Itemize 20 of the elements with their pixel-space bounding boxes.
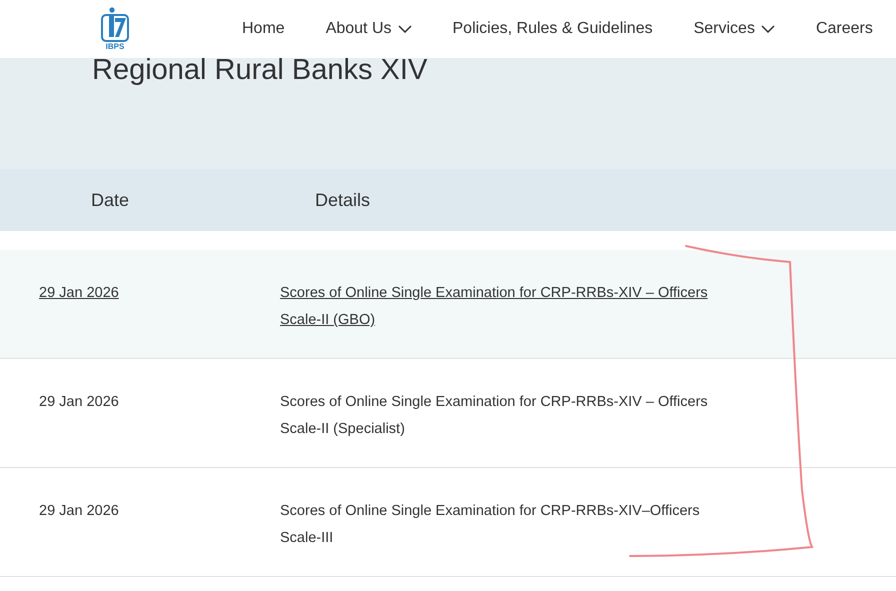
logo-text: IBPS [106, 43, 124, 51]
details-link[interactable]: Scores of Online Single Examination for CRP-RRBs-XIV – Officers Scale-II (GBO) [280, 280, 720, 334]
column-header: Date [91, 188, 130, 212]
nav-link[interactable]: Policies, Rules & Guidelines [452, 17, 653, 41]
nav-link[interactable]: Services [694, 17, 775, 41]
details-link[interactable]: Scores of Online Single Examination for CRP-RRBs-XIV–Officers Scale-III [280, 498, 720, 552]
chevron-down-icon [398, 25, 412, 33]
logo[interactable]: IBPS [95, 7, 135, 51]
logo-emblem-icon [101, 7, 129, 43]
column-header: Details [315, 188, 370, 212]
date-cell-text: 29 Jan 2026 [39, 393, 120, 412]
nav-link[interactable]: Home [242, 17, 285, 41]
chevron-down-icon [760, 25, 775, 33]
details-link[interactable]: Scores of Online Single Examination for CRP-RRBs-XIV – Officers Scale-II (Specialist) [280, 389, 720, 443]
page-title: Regional Rural Banks XIV [91, 56, 428, 85]
nav-link[interactable]: Careers [816, 17, 873, 41]
nav-link[interactable]: About Us [326, 17, 412, 41]
date-cell-text: 29 Jan 2026 [39, 284, 120, 303]
table-row[interactable]: 29 Jan 2026 Scores of Online Single Examination for CRP-RRBs-XIV – Officers Scale-II (GBO) [0, 250, 896, 359]
date-cell-text: 29 Jan 2026 [39, 502, 120, 521]
